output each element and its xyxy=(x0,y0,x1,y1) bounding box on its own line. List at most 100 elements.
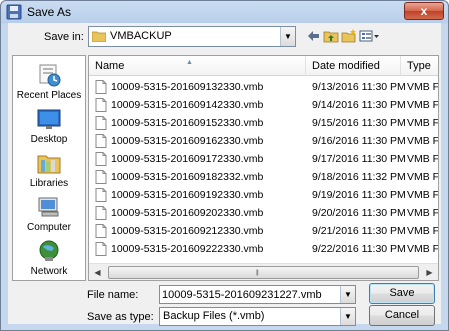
up-folder-icon[interactable] xyxy=(323,28,339,44)
file-date-cell: 9/19/2016 11:30 PM xyxy=(312,189,406,201)
file-name-cell: 10009-5315-201609222330.vmb xyxy=(111,243,264,255)
file-date-cell: 9/20/2016 11:30 PM xyxy=(312,207,406,219)
file-type-cell: VMB File xyxy=(407,81,439,93)
file-type-cell: VMB File xyxy=(407,117,439,129)
file-type-cell: VMB File xyxy=(407,135,439,147)
file-type-cell: VMB File xyxy=(407,99,439,111)
place-computer[interactable]: Computer xyxy=(13,194,85,234)
file-list: Name ▲ Date modified Type 10009-5315-201… xyxy=(88,55,439,281)
save-in-combo[interactable]: VMBACKUP ▼ xyxy=(88,26,296,47)
file-icon xyxy=(95,80,107,94)
save-as-dialog: Save As x Save in: VMBACKUP ▼ Recent Pla… xyxy=(0,0,449,331)
window-title: Save As xyxy=(27,5,72,19)
file-icon xyxy=(95,116,107,130)
place-label: Libraries xyxy=(29,178,69,189)
scroll-thumb[interactable]: ||| xyxy=(108,266,419,279)
file-date-cell: 9/18/2016 11:32 PM xyxy=(312,171,406,183)
file-row[interactable]: 10009-5315-201609132330.vmb 9/13/2016 11:… xyxy=(89,79,438,95)
file-date-cell: 9/13/2016 11:30 PM xyxy=(312,81,406,93)
file-type-cell: VMB File xyxy=(407,207,439,219)
file-row[interactable]: 10009-5315-201609212330.vmb 9/21/2016 11:… xyxy=(89,223,438,239)
file-name-cell: 10009-5315-201609192330.vmb xyxy=(111,189,264,201)
save-in-label: Save in: xyxy=(44,31,84,43)
file-name-combo[interactable]: ▼ xyxy=(159,285,356,304)
file-row[interactable]: 10009-5315-201609172330.vmb 9/17/2016 11:… xyxy=(89,151,438,167)
file-row[interactable]: 10009-5315-201609182332.vmb 9/18/2016 11:… xyxy=(89,169,438,185)
file-name-label: File name: xyxy=(87,289,139,301)
place-label: Network xyxy=(30,266,68,277)
place-recent-places[interactable]: Recent Places xyxy=(13,62,85,102)
column-header-name[interactable]: Name ▲ xyxy=(89,56,306,76)
file-row[interactable]: 10009-5315-201609152330.vmb 9/15/2016 11:… xyxy=(89,115,438,131)
new-folder-icon[interactable] xyxy=(341,28,357,44)
libraries-icon xyxy=(37,155,61,174)
file-name-cell: 10009-5315-201609132330.vmb xyxy=(111,81,264,93)
back-arrow-icon[interactable] xyxy=(305,28,321,44)
file-row[interactable]: 10009-5315-201609142330.vmb 9/14/2016 11:… xyxy=(89,97,438,113)
horizontal-scrollbar[interactable]: ◀ ||| ▶ xyxy=(89,263,438,280)
file-icon xyxy=(95,152,107,166)
file-row[interactable]: 10009-5315-201609202330.vmb 9/20/2016 11:… xyxy=(89,205,438,221)
file-icon xyxy=(95,224,107,238)
file-name-dropdown-arrow[interactable]: ▼ xyxy=(340,286,355,303)
save-as-type-label: Save as type: xyxy=(87,311,154,323)
column-header-type[interactable]: Type xyxy=(401,56,438,76)
file-date-cell: 9/22/2016 11:30 PM xyxy=(312,243,406,255)
file-date-cell: 9/16/2016 11:30 PM xyxy=(312,135,406,147)
file-name-cell: 10009-5315-201609142330.vmb xyxy=(111,99,264,111)
file-icon xyxy=(95,188,107,202)
scroll-right-arrow[interactable]: ▶ xyxy=(421,264,438,280)
dialog-client-area: Save in: VMBACKUP ▼ Recent Places Deskto… xyxy=(8,23,441,326)
cancel-button[interactable]: Cancel xyxy=(369,305,435,326)
file-name-cell: 10009-5315-201609182332.vmb xyxy=(111,171,264,183)
file-name-cell: 10009-5315-201609212330.vmb xyxy=(111,225,264,237)
desktop-icon xyxy=(37,109,61,129)
file-icon xyxy=(95,170,107,184)
place-desktop[interactable]: Desktop xyxy=(13,106,85,146)
column-header-label: Name xyxy=(95,60,125,72)
place-label: Computer xyxy=(27,222,71,233)
column-header-date[interactable]: Date modified xyxy=(306,56,401,76)
file-name-cell: 10009-5315-201609152330.vmb xyxy=(111,117,264,129)
file-type-cell: VMB File xyxy=(407,153,439,165)
file-type-cell: VMB File xyxy=(407,189,439,201)
folder-icon xyxy=(92,31,106,42)
save-as-type-combo[interactable]: Backup Files (*.vmb) ▼ xyxy=(159,307,356,326)
file-date-cell: 9/14/2016 11:30 PM xyxy=(312,99,406,111)
save-in-dropdown-arrow[interactable]: ▼ xyxy=(280,27,295,46)
file-row[interactable]: 10009-5315-201609192330.vmb 9/19/2016 11:… xyxy=(89,187,438,203)
scroll-grip-icon: ||| xyxy=(256,270,259,276)
view-menu-icon[interactable] xyxy=(359,28,381,44)
title-bar: Save As x xyxy=(1,1,448,23)
file-icon xyxy=(95,98,107,112)
file-icon xyxy=(95,206,107,220)
file-type-cell: VMB File xyxy=(407,225,439,237)
file-name-cell: 10009-5315-201609172330.vmb xyxy=(111,153,264,165)
computer-icon xyxy=(38,197,59,217)
place-network[interactable]: Network xyxy=(13,238,85,278)
place-libraries[interactable]: Libraries xyxy=(13,150,85,190)
place-label: Desktop xyxy=(30,134,68,145)
save-as-type-dropdown-arrow[interactable]: ▼ xyxy=(340,308,355,325)
file-date-cell: 9/15/2016 11:30 PM xyxy=(312,117,406,129)
save-as-type-value: Backup Files (*.vmb) xyxy=(163,310,265,322)
save-in-value: VMBACKUP xyxy=(110,30,172,42)
close-button[interactable]: x xyxy=(404,2,444,20)
list-header: Name ▲ Date modified Type xyxy=(89,56,438,76)
file-date-cell: 9/17/2016 11:30 PM xyxy=(312,153,406,165)
file-icon xyxy=(95,242,107,256)
file-row[interactable]: 10009-5315-201609162330.vmb 9/16/2016 11:… xyxy=(89,133,438,149)
scroll-left-arrow[interactable]: ◀ xyxy=(89,264,106,280)
file-icon xyxy=(95,134,107,148)
recent-places-icon xyxy=(39,64,61,87)
file-name-input[interactable] xyxy=(162,287,338,302)
save-icon xyxy=(6,4,22,20)
file-type-cell: VMB File xyxy=(407,171,439,183)
file-name-cell: 10009-5315-201609162330.vmb xyxy=(111,135,264,147)
place-label: Recent Places xyxy=(16,90,82,101)
network-icon xyxy=(39,240,59,261)
save-button[interactable]: Save xyxy=(369,283,435,304)
places-bar: Recent Places Desktop Libraries Computer… xyxy=(12,55,86,281)
file-row[interactable]: 10009-5315-201609222330.vmb 9/22/2016 11:… xyxy=(89,241,438,257)
file-name-cell: 10009-5315-201609202330.vmb xyxy=(111,207,264,219)
